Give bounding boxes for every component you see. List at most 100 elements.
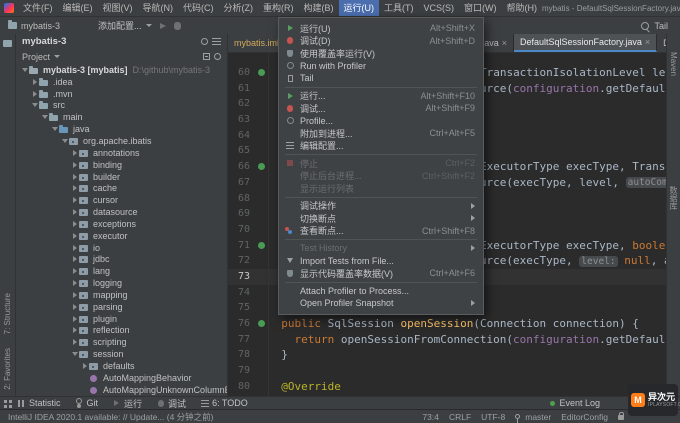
menubar-item[interactable]: VCS(S): [419, 0, 460, 16]
menu-item[interactable]: Run with Profiler: [279, 60, 483, 73]
chevron-down-icon[interactable]: [20, 68, 29, 72]
chevron-right-icon[interactable]: [70, 256, 79, 262]
toolwindow-button-structure[interactable]: 7: Structure: [3, 293, 12, 334]
toolwindow-button[interactable]: Statistic: [17, 398, 61, 408]
navbar-project[interactable]: mybatis-3: [8, 21, 60, 31]
tree-item[interactable]: org.apache.ibatis: [16, 135, 227, 147]
tree-item[interactable]: main: [16, 111, 227, 123]
tree-item[interactable]: builder: [16, 171, 227, 183]
chevron-right-icon[interactable]: [30, 91, 39, 97]
tree-item[interactable]: reflection: [16, 325, 227, 337]
chevron-down-icon[interactable]: [60, 139, 69, 143]
chevron-down-icon[interactable]: [30, 103, 39, 107]
menu-item[interactable]: Import Tests from File...: [279, 255, 483, 268]
tree-item[interactable]: exceptions: [16, 218, 227, 230]
menu-item[interactable]: Tail: [279, 72, 483, 85]
encoding-widget[interactable]: UTF-8: [481, 412, 505, 422]
code-line[interactable]: 79: [228, 363, 666, 379]
chevron-down-icon[interactable]: [50, 127, 59, 131]
run-button[interactable]: [160, 23, 166, 29]
editor-tab[interactable]: DefaultSqlSessionFactory.java×: [514, 34, 657, 52]
menu-item[interactable]: 显示代码覆盖率数据(V)Ctrl+Alt+F6: [279, 267, 483, 280]
tree-item[interactable]: parsing: [16, 301, 227, 313]
chevron-right-icon[interactable]: [70, 221, 79, 227]
menubar-item[interactable]: 导航(N): [138, 0, 179, 16]
chevron-right-icon[interactable]: [80, 363, 89, 369]
chevron-right-icon[interactable]: [30, 79, 39, 85]
editor-tab[interactable]: Del: [657, 34, 666, 52]
menu-item[interactable]: Profile...: [279, 115, 483, 128]
menubar-item[interactable]: 编辑(E): [58, 0, 98, 16]
menubar-item[interactable]: 窗口(W): [459, 0, 502, 16]
chevron-right-icon[interactable]: [70, 174, 79, 180]
menu-item[interactable]: 调试...Alt+Shift+F9: [279, 102, 483, 115]
chevron-right-icon[interactable]: [70, 150, 79, 156]
search-icon[interactable]: [641, 22, 649, 30]
menubar-item[interactable]: 视图(V): [98, 0, 138, 16]
menu-item[interactable]: Attach Profiler to Process...: [279, 285, 483, 298]
menu-item[interactable]: 附加到进程...Ctrl+Alt+F5: [279, 127, 483, 140]
tree-item[interactable]: io: [16, 242, 227, 254]
toolwindow-switcher-icon[interactable]: [4, 400, 7, 403]
tree-item[interactable]: executor: [16, 230, 227, 242]
chevron-down-icon[interactable]: [40, 115, 49, 119]
chevron-right-icon[interactable]: [70, 339, 79, 345]
toolwindow-button[interactable]: 调试: [156, 397, 186, 410]
menu-item[interactable]: 使用覆盖率运行(V): [279, 47, 483, 60]
menu-item[interactable]: 调试(D)Alt+Shift+D: [279, 35, 483, 48]
tree-item[interactable]: plugin: [16, 313, 227, 325]
tree-item[interactable]: binding: [16, 159, 227, 171]
tree-item[interactable]: session: [16, 348, 227, 360]
menubar-item[interactable]: 运行(U): [339, 0, 380, 16]
tree-item[interactable]: AutoMappingBehavior: [16, 372, 227, 384]
project-view-mode[interactable]: Project: [22, 52, 50, 62]
gear-icon[interactable]: [201, 38, 208, 45]
tree-item[interactable]: defaults: [16, 360, 227, 372]
menu-item[interactable]: 切换断点: [279, 212, 483, 225]
menu-item[interactable]: 运行...Alt+Shift+F10: [279, 90, 483, 103]
tree-item[interactable]: jdbc: [16, 254, 227, 266]
tail-toolbar-button[interactable]: Tail: [654, 21, 668, 31]
code-line[interactable]: 77 return openSessionFromConnection(conf…: [228, 332, 666, 348]
tree-item[interactable]: annotations: [16, 147, 227, 159]
tree-item[interactable]: AutoMappingUnknownColumnBeh: [16, 384, 227, 396]
chevron-down-icon[interactable]: [70, 352, 79, 356]
code-line[interactable]: 80 @Override: [228, 379, 666, 395]
chevron-right-icon[interactable]: [70, 292, 79, 298]
chevron-right-icon[interactable]: [70, 304, 79, 310]
tree-item[interactable]: cache: [16, 182, 227, 194]
status-message[interactable]: IntelliJ IDEA 2020.1 available: // Updat…: [8, 411, 214, 423]
chevron-right-icon[interactable]: [70, 185, 79, 191]
toolwindow-button-maven[interactable]: Maven: [669, 52, 678, 76]
tree-item[interactable]: datasource: [16, 206, 227, 218]
chevron-right-icon[interactable]: [70, 327, 79, 333]
menubar-item[interactable]: 分析(Z): [219, 0, 259, 16]
menubar-item[interactable]: 代码(C): [178, 0, 219, 16]
settings-gear-icon[interactable]: [214, 53, 221, 60]
editorconfig-widget[interactable]: EditorConfig: [561, 412, 608, 422]
menubar-item[interactable]: 帮助(H): [502, 0, 543, 16]
hamburger-menu-icon[interactable]: [212, 38, 221, 45]
override-marker-icon[interactable]: [258, 163, 265, 170]
menu-item[interactable]: 查看断点...Ctrl+Shift+F8: [279, 225, 483, 238]
menu-item[interactable]: 调试操作: [279, 200, 483, 213]
override-marker-icon[interactable]: [258, 69, 265, 76]
toolwindow-button-database[interactable]: 数据库: [668, 186, 679, 210]
chevron-right-icon[interactable]: [70, 197, 79, 203]
menu-item[interactable]: 编辑配置...: [279, 140, 483, 153]
menu-item[interactable]: Open Profiler Snapshot: [279, 297, 483, 310]
menu-item[interactable]: 运行(U)Alt+Shift+X: [279, 22, 483, 35]
menubar-item[interactable]: 构建(B): [299, 0, 339, 16]
git-branch-widget[interactable]: master: [515, 412, 551, 422]
close-icon[interactable]: ×: [502, 38, 507, 48]
toolwindow-button[interactable]: Git: [75, 398, 99, 408]
chevron-right-icon[interactable]: [70, 233, 79, 239]
override-marker-icon[interactable]: [258, 320, 265, 327]
close-icon[interactable]: ×: [645, 37, 650, 47]
chevron-right-icon[interactable]: [70, 209, 79, 215]
tree-item[interactable]: scripting: [16, 336, 227, 348]
tree-item[interactable]: mapping: [16, 289, 227, 301]
tree-item[interactable]: mybatis-3 [mybatis]D:\github\mybatis-3: [16, 64, 227, 76]
toolwindow-button[interactable]: 6: TODO: [200, 398, 248, 408]
line-separator-widget[interactable]: CRLF: [449, 412, 471, 422]
